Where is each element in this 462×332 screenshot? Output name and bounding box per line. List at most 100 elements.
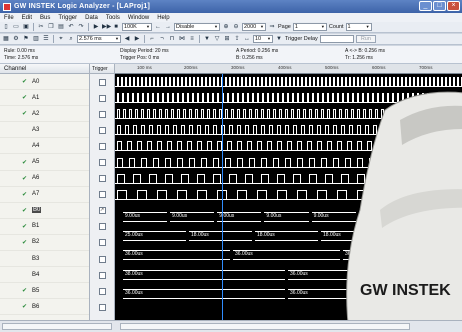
export-icon[interactable]: ⇪: [233, 35, 241, 43]
channel-row[interactable]: B3: [0, 251, 89, 268]
trigger-condition-box[interactable]: [98, 142, 106, 150]
run-button[interactable]: Run: [355, 35, 376, 43]
check-icon[interactable]: ✔: [22, 223, 28, 230]
channel-row[interactable]: A4: [0, 138, 89, 155]
trigger-condition-box[interactable]: [98, 287, 106, 295]
time-select[interactable]: 2.576 ms ▼: [77, 35, 121, 43]
check-icon[interactable]: ✔: [22, 78, 28, 85]
marker-b-icon[interactable]: ▽: [213, 35, 221, 43]
trigger-condition-box[interactable]: [98, 255, 106, 263]
scale-icon[interactable]: ↔: [243, 35, 251, 43]
check-icon[interactable]: ✔: [22, 239, 28, 246]
measure-icon[interactable]: ⊞: [223, 35, 231, 43]
page-select[interactable]: 1 ▼: [292, 23, 327, 31]
channel-row[interactable]: ✔ B2: [0, 235, 89, 252]
time-cursor[interactable]: [222, 74, 223, 320]
menu-data[interactable]: Data: [85, 15, 98, 21]
check-icon[interactable]: ✔: [22, 110, 28, 117]
menu-trigger[interactable]: Trigger: [58, 15, 77, 21]
level-icon[interactable]: ≡: [188, 35, 196, 43]
zoom-in-icon[interactable]: ⊕: [222, 23, 230, 31]
trigger-condition-box[interactable]: [98, 271, 106, 279]
menu-window[interactable]: Window: [128, 15, 149, 21]
paste-icon[interactable]: ▤: [57, 23, 65, 31]
chart-icon[interactable]: ▥: [32, 35, 40, 43]
arrow-left-icon[interactable]: ←: [154, 23, 162, 31]
check-icon[interactable]: ✔: [22, 159, 28, 166]
trigger-condition-box[interactable]: [98, 239, 106, 247]
zoom-out-icon[interactable]: ⊖: [232, 23, 240, 31]
check-icon[interactable]: ✔: [22, 191, 28, 198]
channel-row[interactable]: ✔ B1: [0, 219, 89, 235]
sample-rate-select[interactable]: 100K ▼: [122, 23, 152, 31]
trigger-delay-icon[interactable]: ▼: [275, 35, 283, 43]
marker-a-icon[interactable]: ▼: [203, 35, 211, 43]
menu-edit[interactable]: Edit: [22, 15, 32, 21]
list-icon[interactable]: ☰: [42, 35, 50, 43]
zoom-select[interactable]: 2000 ▼: [242, 23, 266, 31]
trigger-condition-box[interactable]: ↗: [98, 207, 106, 215]
channel-row[interactable]: B4: [0, 267, 89, 284]
channel-row[interactable]: ✔ B6: [0, 299, 89, 316]
save-icon[interactable]: ▣: [22, 23, 30, 31]
channel-row[interactable]: A3: [0, 122, 89, 139]
channel-row[interactable]: ✔ A5: [0, 154, 89, 171]
check-icon[interactable]: ✔: [22, 94, 28, 101]
trigger-condition-box[interactable]: [98, 159, 106, 167]
new-icon[interactable]: ▯: [2, 23, 10, 31]
menu-file[interactable]: File: [4, 15, 14, 21]
bus-icon[interactable]: ⋈: [178, 35, 186, 43]
run-icon[interactable]: ▶: [92, 23, 100, 31]
menu-help[interactable]: Help: [157, 15, 169, 21]
time-ruler[interactable]: 100 ms 200ms 300ms 400ms 500ms 600ms 700ms: [115, 64, 462, 74]
trigger-condition-box[interactable]: [98, 94, 106, 102]
step-forward-icon[interactable]: ▶: [133, 35, 141, 43]
trigger-condition-box[interactable]: [98, 175, 106, 183]
menu-tools[interactable]: Tools: [106, 15, 120, 21]
channel-row[interactable]: ✔ A7: [0, 187, 89, 203]
open-icon[interactable]: ▭: [12, 23, 20, 31]
channel-row[interactable]: ✔ A1: [0, 90, 89, 107]
page-arrow-icon[interactable]: ⇒: [268, 23, 276, 31]
channel-row[interactable]: ✔ B5: [0, 283, 89, 300]
trigger-condition-box[interactable]: [98, 110, 106, 118]
trigger-condition-box[interactable]: [98, 303, 106, 311]
count-select[interactable]: 1 ▼: [345, 23, 372, 31]
channel-row[interactable]: ✔ A0: [0, 74, 89, 91]
waveform-scrollbar[interactable]: [120, 323, 410, 330]
minimize-button[interactable]: _: [419, 1, 432, 11]
edge-rise-icon[interactable]: ⌐: [148, 35, 156, 43]
tools-icon[interactable]: ⚙: [12, 35, 20, 43]
pulse-icon[interactable]: ⊓: [168, 35, 176, 43]
trigger-delay-input[interactable]: [319, 35, 354, 43]
channel-scrollbar[interactable]: [2, 323, 112, 330]
cut-icon[interactable]: ✂: [37, 23, 45, 31]
check-icon[interactable]: ✔: [22, 175, 28, 182]
channel-row[interactable]: ✔ A6: [0, 171, 89, 187]
copy-icon[interactable]: ❐: [47, 23, 55, 31]
zoom-level-select[interactable]: 10 ▼: [253, 35, 273, 43]
trigger-condition-box[interactable]: [98, 191, 106, 199]
stop-icon[interactable]: ■: [112, 23, 120, 31]
grid-icon[interactable]: ▦: [2, 35, 10, 43]
edge-fall-icon[interactable]: ¬: [158, 35, 166, 43]
cursor-icon[interactable]: ⌖: [57, 35, 65, 43]
run-repeat-icon[interactable]: ▶▶: [102, 23, 111, 31]
marker-icon[interactable]: ⚑: [22, 35, 30, 43]
check-icon[interactable]: ✔: [22, 207, 28, 214]
arrow-right-icon[interactable]: →: [164, 23, 172, 31]
step-back-icon[interactable]: ◀: [123, 35, 131, 43]
channel-row[interactable]: ✔ B0: [0, 203, 89, 219]
trigger-condition-box[interactable]: [98, 223, 106, 231]
undo-icon[interactable]: ↶: [67, 23, 75, 31]
maximize-button[interactable]: □: [433, 1, 446, 11]
redo-icon[interactable]: ↷: [77, 23, 85, 31]
close-button[interactable]: ×: [447, 1, 460, 11]
check-icon[interactable]: ✔: [22, 303, 28, 310]
channel-row[interactable]: ✔ A2: [0, 106, 89, 123]
search-icon[interactable]: ⌕: [67, 35, 75, 43]
trigger-condition-box[interactable]: [98, 126, 106, 134]
trigger-mode-select[interactable]: Disable ▼: [174, 23, 220, 31]
menu-bus[interactable]: Bus: [40, 15, 50, 21]
trigger-condition-box[interactable]: [98, 78, 106, 86]
